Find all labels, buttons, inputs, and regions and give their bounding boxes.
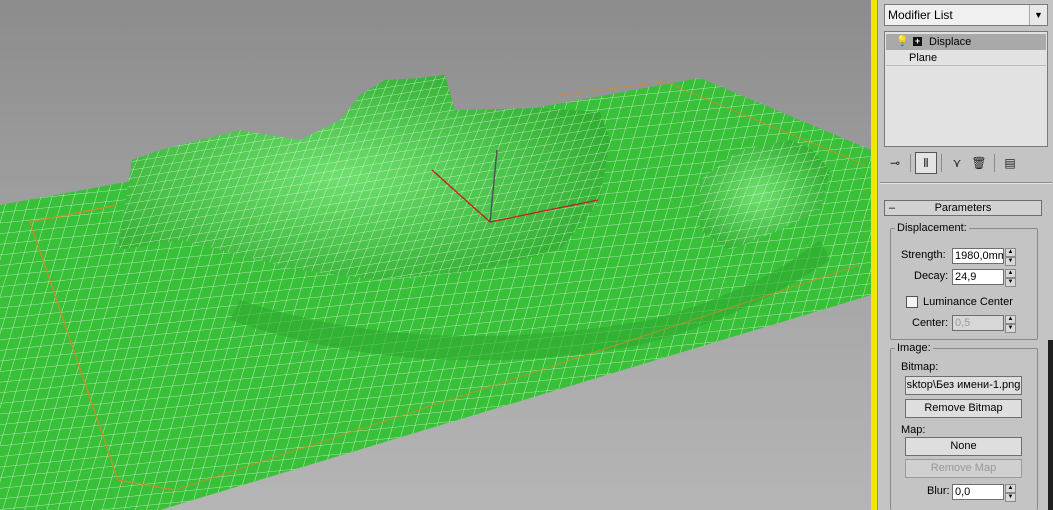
show-end-result-icon[interactable]: Ⅱ xyxy=(915,152,937,174)
stack-item-displace[interactable]: 💡 + Displace xyxy=(886,34,1046,50)
strength-label: Strength: xyxy=(901,249,946,261)
toolbar-divider xyxy=(941,154,942,172)
displaced-plane-mesh[interactable] xyxy=(0,0,871,510)
modifier-stack[interactable]: 💡 + Displace Plane xyxy=(884,31,1048,147)
remove-map-button[interactable]: Remove Map xyxy=(905,459,1022,478)
remove-modifier-icon[interactable]: 🗑 xyxy=(968,152,990,174)
bitmap-button[interactable]: sktop\Без имени-1.png xyxy=(905,376,1022,395)
center-spinner[interactable]: 0,5 ▲ ▼ xyxy=(952,315,1016,333)
modifier-list-dropdown[interactable]: Modifier List ▼ xyxy=(884,4,1048,26)
strength-spinner[interactable]: 1980,0mm ▲ ▼ xyxy=(952,248,1016,266)
remove-bitmap-button[interactable]: Remove Bitmap xyxy=(905,399,1022,418)
spinner-arrows[interactable]: ▲ ▼ xyxy=(1005,484,1016,502)
parameters-rollout-header[interactable]: – Parameters xyxy=(884,200,1042,216)
blur-label: Blur: xyxy=(927,485,950,497)
luminance-center-label: Luminance Center xyxy=(923,296,1013,308)
configure-modifier-sets-icon[interactable]: ▤ xyxy=(999,152,1021,174)
make-unique-icon[interactable]: ⋎ xyxy=(946,152,968,174)
bitmap-label: Bitmap: xyxy=(901,361,939,373)
image-group-title: Image: xyxy=(895,342,933,354)
stack-item-label: Displace xyxy=(929,36,972,48)
image-group: Image: Bitmap: sktop\Без имени-1.png Rem… xyxy=(890,342,1038,510)
decay-label: Decay: xyxy=(914,270,949,282)
toolbar-divider xyxy=(994,154,995,172)
strength-field[interactable]: 1980,0mm xyxy=(952,248,1004,264)
modifier-list-label: Modifier List xyxy=(888,8,953,22)
stack-toolbar: ⊸ Ⅱ ⋎ 🗑 ▤ xyxy=(884,152,1048,174)
map-label: Map: xyxy=(901,424,926,436)
blur-field[interactable]: 0,0 xyxy=(952,484,1004,500)
decay-field[interactable]: 24,9 xyxy=(952,269,1004,285)
displacement-group-title: Displacement: xyxy=(895,222,969,234)
spinner-arrows[interactable]: ▲ ▼ xyxy=(1005,248,1016,266)
stack-item-plane[interactable]: Plane xyxy=(886,50,1046,66)
rollout-title: Parameters xyxy=(934,202,992,214)
modify-command-panel: Modifier List ▼ 💡 + Displace Plane ⊸ Ⅱ ⋎… xyxy=(877,0,1053,510)
map-button[interactable]: None xyxy=(905,437,1022,456)
panel-scrollbar[interactable] xyxy=(1048,340,1053,510)
panel-divider xyxy=(880,182,1052,184)
center-label: Center: xyxy=(912,317,949,329)
center-field[interactable]: 0,5 xyxy=(952,315,1004,331)
stack-item-label: Plane xyxy=(909,52,938,64)
lightbulb-icon[interactable]: 💡 xyxy=(896,35,908,48)
perspective-viewport[interactable] xyxy=(0,0,871,510)
luminance-center-checkbox[interactable] xyxy=(906,296,918,308)
toolbar-divider xyxy=(910,154,911,172)
spinner-arrows[interactable]: ▲ ▼ xyxy=(1005,315,1016,333)
displacement-group: Displacement: Strength: 1980,0mm ▲ ▼ Deca… xyxy=(890,222,1038,340)
spinner-arrows[interactable]: ▲ ▼ xyxy=(1005,269,1016,287)
decay-spinner[interactable]: 24,9 ▲ ▼ xyxy=(952,269,1016,287)
collapse-minus-icon[interactable]: – xyxy=(889,201,895,215)
pin-stack-icon[interactable]: ⊸ xyxy=(884,152,906,174)
chevron-down-icon[interactable]: ▼ xyxy=(1029,5,1047,25)
blur-spinner[interactable]: 0,0 ▲ ▼ xyxy=(952,484,1016,502)
expand-plus-icon[interactable]: + xyxy=(913,37,922,46)
